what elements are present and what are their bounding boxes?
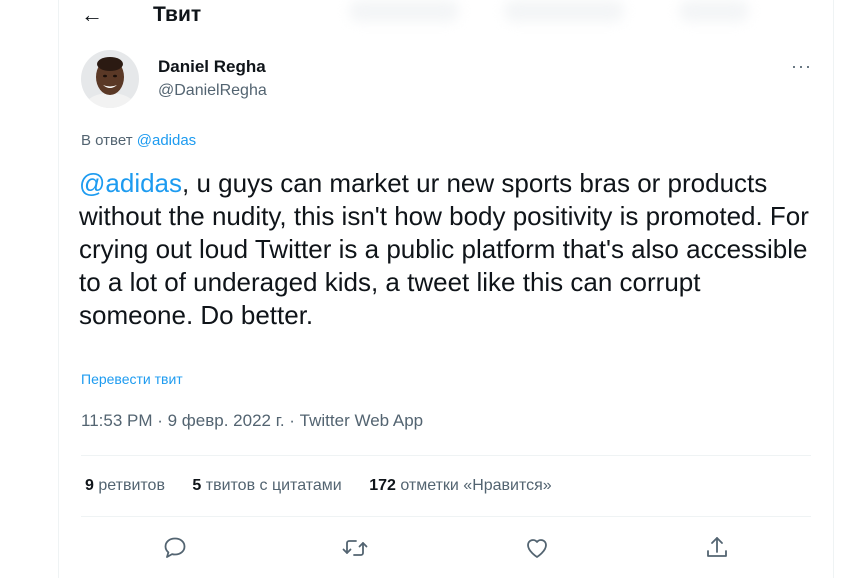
- author-name[interactable]: Daniel Regha: [158, 57, 266, 77]
- page-title: Твит: [153, 3, 202, 26]
- divider: [81, 455, 811, 456]
- retweets-label: ретвитов: [98, 477, 165, 494]
- more-icon[interactable]: ···: [791, 56, 812, 77]
- quotes-label: твитов с цитатами: [205, 477, 342, 494]
- tweet-mention-link[interactable]: @adidas: [79, 168, 182, 198]
- quotes-stat[interactable]: 5 твитов с цитатами: [192, 477, 341, 494]
- reply-prefix: В ответ: [81, 132, 133, 149]
- share-icon[interactable]: [699, 530, 735, 566]
- blurred-background: [349, 0, 459, 22]
- retweet-icon[interactable]: [337, 530, 373, 566]
- reply-mention-link[interactable]: @adidas: [137, 132, 196, 149]
- avatar[interactable]: [81, 50, 139, 108]
- action-bar: [59, 530, 833, 566]
- likes-stat[interactable]: 172 отметки «Нравится»: [369, 477, 552, 494]
- blurred-background: [679, 0, 749, 22]
- like-icon[interactable]: [519, 530, 555, 566]
- arrow-left-icon[interactable]: ←: [81, 2, 103, 28]
- tweet-text: @adidas, u guys can market ur new sports…: [79, 167, 819, 332]
- quotes-count: 5: [192, 477, 202, 494]
- tweet-body: , u guys can market ur new sports bras o…: [79, 168, 809, 330]
- tweet-source[interactable]: Twitter Web App: [300, 411, 423, 430]
- tweet-stats: 9 ретвитов 5 твитов с цитатами 172 отмет…: [85, 475, 575, 497]
- tweet-timestamp[interactable]: 11:53 PM · 9 февр. 2022 г. ·: [81, 411, 300, 430]
- author-handle[interactable]: @DanielRegha: [158, 81, 267, 101]
- tweet-column: ← Твит Daniel Regha @DanielRegha ··· В о…: [58, 0, 834, 578]
- likes-count: 172: [369, 477, 396, 494]
- reply-context: В ответ @adidas: [81, 131, 196, 151]
- translate-tweet-link[interactable]: Перевести твит: [81, 370, 183, 388]
- likes-label: отметки «Нравится»: [400, 477, 552, 494]
- retweets-count: 9: [85, 477, 94, 494]
- retweets-stat[interactable]: 9 ретвитов: [85, 477, 165, 494]
- reply-icon[interactable]: [157, 530, 193, 566]
- blurred-background: [504, 0, 624, 22]
- divider: [81, 516, 811, 517]
- page-header: ← Твит: [59, 0, 833, 34]
- tweet-meta: 11:53 PM · 9 февр. 2022 г. · Twitter Web…: [81, 410, 423, 432]
